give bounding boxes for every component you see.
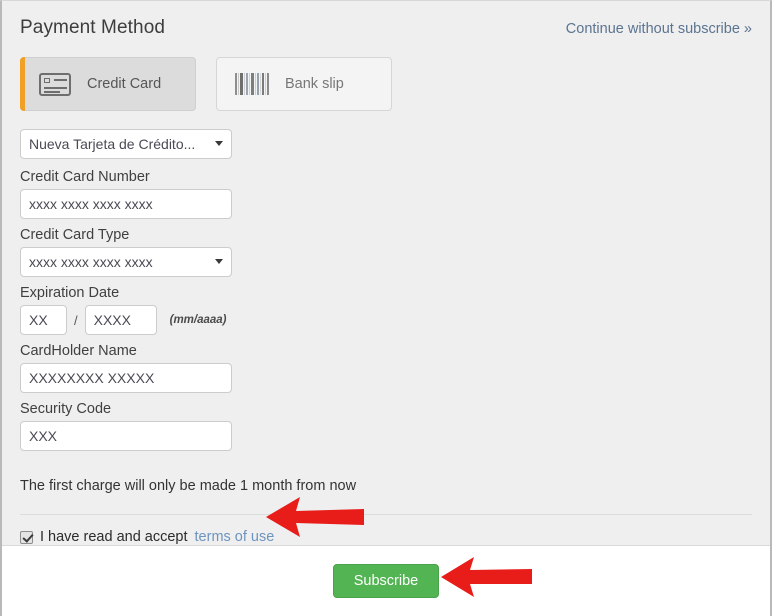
security-code-label: Security Code — [20, 401, 112, 417]
terms-of-use-link[interactable]: terms of use — [195, 529, 275, 545]
section-divider — [20, 514, 752, 515]
expiration-format-hint: (mm/aaaa) — [169, 314, 227, 326]
panel-footer: Subscribe — [2, 545, 770, 616]
saved-card-select[interactable]: Nueva Tarjeta de Crédito... — [20, 129, 232, 159]
cardholder-name-input[interactable] — [20, 363, 232, 393]
terms-checkbox[interactable] — [20, 530, 33, 544]
tab-bank-slip-label: Bank slip — [285, 76, 344, 92]
security-code-input[interactable] — [20, 421, 232, 451]
tab-bank-slip[interactable]: Bank slip — [216, 57, 392, 111]
continue-without-subscribe-link[interactable]: Continue without subscribe » — [566, 21, 752, 37]
expiration-separator: / — [74, 312, 78, 328]
expiration-date-label: Expiration Date — [20, 285, 120, 301]
first-charge-note: The first charge will only be made 1 mon… — [20, 478, 357, 494]
card-number-label: Credit Card Number — [20, 169, 150, 185]
tab-credit-card-label: Credit Card — [87, 76, 162, 92]
expiration-month-input[interactable] — [20, 305, 67, 335]
payment-method-tabs: Credit Card Bank slip — [20, 57, 752, 111]
credit-card-form: Nueva Tarjeta de Crédito... Credit Card … — [20, 129, 752, 545]
card-number-input[interactable] — [20, 189, 232, 219]
card-type-select-wrapper: xxxx xxxx xxxx xxxx — [20, 247, 232, 277]
subscribe-button[interactable]: Subscribe — [332, 564, 440, 598]
payment-method-page: Payment Method Continue without subscrib… — [0, 0, 772, 616]
card-type-select[interactable]: xxxx xxxx xxxx xxxx — [20, 247, 232, 277]
expiration-date-row: / (mm/aaaa) — [20, 305, 752, 335]
card-type-label: Credit Card Type — [20, 227, 130, 243]
cardholder-name-label: CardHolder Name — [20, 343, 137, 359]
terms-text: I have read and accept — [40, 529, 188, 545]
tab-credit-card[interactable]: Credit Card — [20, 57, 196, 111]
credit-card-icon — [39, 72, 71, 96]
payment-panel-body: Payment Method Continue without subscrib… — [2, 1, 770, 546]
terms-row: I have read and accept terms of use — [20, 529, 752, 545]
panel-header: Payment Method Continue without subscrib… — [20, 17, 752, 51]
expiration-year-input[interactable] — [84, 305, 157, 335]
barcode-icon — [235, 73, 269, 95]
saved-card-select-wrapper: Nueva Tarjeta de Crédito... — [20, 129, 232, 159]
